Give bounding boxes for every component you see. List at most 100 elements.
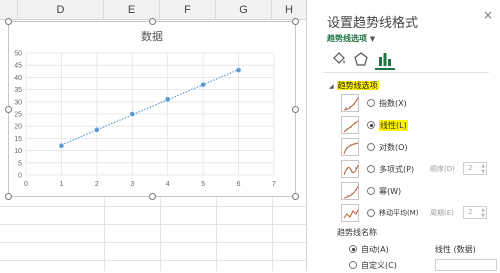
x-tick-label: 3 [130,181,134,188]
x-tick-label: 7 [272,181,276,188]
option-linear[interactable]: 线性(L) [337,116,487,136]
column-header-f[interactable]: F [160,0,216,20]
radio-polynomial[interactable] [367,165,375,173]
column-header-d[interactable]: D [18,0,104,20]
y-tick-label: 30 [14,99,22,106]
power-curve-icon [341,182,359,200]
radio-power[interactable] [367,187,375,195]
collapse-triangle-icon: ◢ [329,83,334,90]
y-tick-label: 35 [14,87,22,94]
option-logarithmic[interactable]: 对数(O) [337,138,487,158]
spinner-arrows-icon[interactable]: ▲ ▼ [481,207,485,219]
options-dropdown-label: 趋势线选项 [327,34,367,43]
resize-handle-tl[interactable] [5,18,12,25]
polynomial-curve-icon [341,160,359,178]
x-tick-label: 1 [59,181,63,188]
column-header-h[interactable]: H [272,0,306,20]
data-point [200,82,206,88]
moving-average-icon [341,204,359,222]
resize-handle-right[interactable] [292,106,299,113]
y-tick-label: 15 [14,136,22,143]
data-point [129,111,135,117]
spreadsheet-area: D E F G H 数据 0 5 10 15 20 25 30 35 40 45 50 0 1 2 3 4 5 6 7 [0,0,306,271]
chart-plot-svg: 数据051015202530354045500 1 2 3 4 5 6 7 [14,29,276,188]
scatter-chart[interactable]: 数据 0 5 10 15 20 25 30 35 40 45 50 0 1 2 3 4 5 6 7 [5,18,299,200]
name-auto-label: 自动(A) [361,245,389,254]
resize-handle-bottom[interactable] [149,193,156,200]
data-point [236,67,241,73]
y-tick-label: 0 [18,173,22,180]
data-point [59,143,64,149]
pentagon-icon[interactable] [353,51,369,67]
resize-handle-tr[interactable] [292,18,299,25]
order-label: 顺序(D) [430,165,455,173]
column-header-g[interactable]: G [216,0,272,20]
name-auto-row[interactable]: 自动(A) 线性 (数据) [343,243,493,257]
option-exponential[interactable]: 指数(X) [337,94,487,114]
option-polynomial[interactable]: 多项式(P) 顺序(D) 2 ▲ ▼ [337,160,487,180]
y-tick-label: 5 [18,160,22,167]
close-icon[interactable]: × [483,8,493,22]
trendline-options-section-header[interactable]: ◢ 趋势线选项 [329,80,379,91]
trendline-name-heading: 趋势线名称 [337,228,377,237]
y-tick-label: 45 [14,63,22,70]
option-power[interactable]: 幂(W) [337,182,487,202]
option-label: 线性(L) [379,120,408,131]
section-label: 趋势线选项 [336,81,379,90]
format-trendline-pane: 设置趋势线格式 × 趋势线选项 ▼ ◢ 趋势线选项 指数(X) 线性(L) 对数… [306,0,500,271]
period-label: 周期(E) [430,209,454,217]
trendline [61,69,239,146]
y-tick-label: 50 [14,51,22,58]
x-tick-label: 0 [24,181,28,188]
option-label: 幂(W) [379,187,402,196]
data-point [165,97,171,102]
resize-handle-left[interactable] [5,106,12,113]
radio-name-custom[interactable] [349,261,357,269]
custom-name-input[interactable] [435,259,497,271]
bar-chart-icon[interactable] [377,51,393,67]
pane-tabs [331,51,411,67]
radio-name-auto[interactable] [349,245,357,253]
option-label: 多项式(P) [379,165,415,174]
period-value: 2 [468,208,473,216]
linear-line-icon [341,116,359,134]
y-tick-label: 40 [14,75,22,82]
y-tick-label: 25 [14,112,22,119]
y-tick-label: 10 [14,148,22,155]
select-all-corner[interactable] [0,0,18,20]
resize-handle-br[interactable] [292,193,299,200]
exponential-curve-icon [341,94,359,112]
paint-bucket-icon[interactable] [331,51,347,67]
order-value: 2 [468,164,473,172]
pane-title: 设置趋势线格式 [327,16,419,31]
spinner-arrows-icon[interactable]: ▲ ▼ [481,163,485,175]
option-label: 对数(O) [379,143,408,152]
column-header-e[interactable]: E [104,0,160,20]
option-label: 移动平均(M) [379,209,419,217]
period-spinner[interactable]: 2 ▲ ▼ [463,206,487,219]
radio-logarithmic[interactable] [367,143,375,151]
radio-moving-average[interactable] [367,209,375,217]
option-label: 指数(X) [379,99,407,108]
resize-handle-top[interactable] [149,18,156,25]
y-tick-label: 20 [14,124,22,131]
option-moving-average[interactable]: 移动平均(M) 周期(E) 2 ▲ ▼ [337,204,487,224]
radio-exponential[interactable] [367,99,375,107]
name-auto-value: 线性 (数据) [435,245,476,254]
chart-title: 数据 [141,29,163,43]
resize-handle-bl[interactable] [5,193,12,200]
column-headers: D E F G H [0,0,306,20]
x-tick-label: 4 [166,181,170,188]
order-spinner[interactable]: 2 ▲ ▼ [463,162,487,175]
options-dropdown[interactable]: 趋势线选项 ▼ [327,33,375,44]
name-custom-label: 自定义(C) [361,261,397,270]
x-tick-label: 6 [237,181,241,188]
radio-linear[interactable] [367,121,375,129]
x-tick-label: 2 [95,181,99,188]
active-tab-indicator [375,68,395,70]
x-tick-label: 5 [201,181,205,188]
pane-divider [323,72,489,73]
logarithmic-curve-icon [341,138,359,156]
data-point [94,127,100,133]
chevron-down-icon: ▼ [369,35,376,43]
